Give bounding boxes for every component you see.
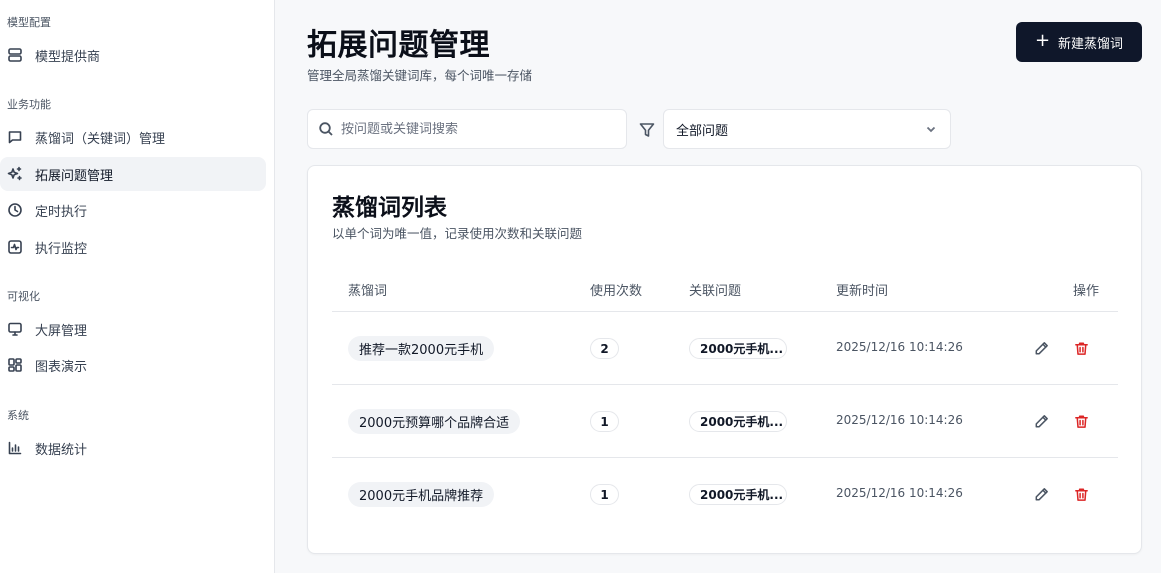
keyword-tag: 2000元预算哪个品牌合适 bbox=[348, 409, 521, 434]
page-title: 拓展问题管理 bbox=[307, 28, 490, 63]
column-header-question: 关联问题 bbox=[689, 284, 742, 299]
chevron-down-icon bbox=[924, 122, 938, 136]
search-box bbox=[307, 109, 627, 149]
activity-icon bbox=[7, 239, 23, 255]
trash-icon[interactable] bbox=[1072, 485, 1090, 503]
card-subtitle: 以单个词为唯一值，记录使用次数和关联问题 bbox=[332, 226, 583, 241]
sidebar-item-label: 模型提供商 bbox=[35, 49, 101, 65]
usage-count-badge: 2 bbox=[590, 338, 619, 359]
sidebar-item-scheduled[interactable]: 定时执行 bbox=[0, 193, 266, 227]
keyword-tag: 2000元手机品牌推荐 bbox=[348, 482, 495, 507]
clock-icon bbox=[7, 202, 23, 218]
sidebar-item-label: 定时执行 bbox=[35, 204, 88, 220]
page-subtitle: 管理全局蒸馏关键词库，每个词唯一存储 bbox=[307, 68, 533, 83]
layout-grid-icon bbox=[7, 357, 23, 373]
sidebar-item-stats[interactable]: 数据统计 bbox=[0, 431, 266, 465]
table-row: 推荐一款2000元手机 2 2000元手机... 2025/12/16 10:1… bbox=[332, 312, 1118, 384]
monitor-icon bbox=[7, 321, 23, 337]
card-title: 蒸馏词列表 bbox=[332, 195, 447, 221]
keyword-tag: 推荐一款2000元手机 bbox=[348, 336, 495, 361]
bar-chart-icon bbox=[7, 440, 23, 456]
message-square-icon bbox=[7, 129, 23, 145]
trash-icon[interactable] bbox=[1072, 412, 1090, 430]
sidebar-item-label: 图表演示 bbox=[35, 359, 88, 375]
column-header-keyword: 蒸馏词 bbox=[348, 284, 388, 299]
table-row: 2000元手机品牌推荐 1 2000元手机... 2025/12/16 10:1… bbox=[332, 458, 1118, 530]
sidebar-item-charts[interactable]: 图表演示 bbox=[0, 348, 266, 382]
sparkles-icon bbox=[7, 166, 23, 182]
sidebar-group-title: 系统 bbox=[7, 409, 29, 422]
plus-icon: + bbox=[1034, 30, 1051, 51]
sidebar-item-keywords[interactable]: 蒸馏词（关键词）管理 bbox=[0, 120, 266, 154]
sidebar-item-label: 蒸馏词（关键词）管理 bbox=[35, 131, 166, 147]
usage-count-badge: 1 bbox=[590, 411, 619, 432]
related-question-badge[interactable]: 2000元手机... bbox=[689, 484, 787, 505]
trash-icon[interactable] bbox=[1072, 339, 1090, 357]
column-header-actions: 操作 bbox=[1073, 284, 1100, 299]
column-header-count: 使用次数 bbox=[590, 284, 643, 299]
sidebar-group-title: 模型配置 bbox=[7, 16, 51, 29]
column-header-updated: 更新时间 bbox=[836, 284, 889, 299]
related-question-badge[interactable]: 2000元手机... bbox=[689, 338, 787, 359]
updated-time: 2025/12/16 10:14:26 bbox=[836, 413, 963, 427]
usage-count-badge: 1 bbox=[590, 484, 619, 505]
new-keyword-button-label: 新建蒸馏词 bbox=[1058, 36, 1124, 52]
sidebar-item-screens[interactable]: 大屏管理 bbox=[0, 312, 266, 346]
sidebar-group-title: 可视化 bbox=[7, 290, 40, 303]
question-filter-select[interactable]: 全部问题 bbox=[663, 109, 951, 149]
new-keyword-button[interactable]: + 新建蒸馏词 bbox=[1016, 22, 1142, 62]
sidebar-item-label: 数据统计 bbox=[35, 442, 88, 458]
sidebar-group-title: 业务功能 bbox=[7, 98, 51, 111]
search-icon bbox=[318, 121, 334, 137]
updated-time: 2025/12/16 10:14:26 bbox=[836, 486, 963, 500]
sidebar-item-label: 执行监控 bbox=[35, 241, 88, 257]
updated-time: 2025/12/16 10:14:26 bbox=[836, 340, 963, 354]
edit-icon[interactable] bbox=[1032, 339, 1050, 357]
search-input[interactable] bbox=[341, 121, 621, 137]
sidebar-item-expand-questions[interactable]: 拓展问题管理 bbox=[0, 157, 266, 191]
sidebar-item-model-provider[interactable]: 模型提供商 bbox=[0, 38, 266, 72]
filter-icon bbox=[638, 121, 656, 139]
table-row: 2000元预算哪个品牌合适 1 2000元手机... 2025/12/16 10… bbox=[332, 385, 1118, 457]
related-question-badge[interactable]: 2000元手机... bbox=[689, 411, 787, 432]
sidebar-item-label: 拓展问题管理 bbox=[35, 168, 114, 184]
sidebar-item-monitor[interactable]: 执行监控 bbox=[0, 230, 266, 264]
edit-icon[interactable] bbox=[1032, 485, 1050, 503]
select-value: 全部问题 bbox=[676, 123, 729, 139]
sidebar: 模型配置 模型提供商 业务功能 蒸馏词（关键词）管理 拓展问题管理 定时执行 执… bbox=[0, 0, 275, 573]
sidebar-item-label: 大屏管理 bbox=[35, 323, 88, 339]
edit-icon[interactable] bbox=[1032, 412, 1050, 430]
keyword-list-card: 蒸馏词列表 以单个词为唯一值，记录使用次数和关联问题 蒸馏词 使用次数 关联问题… bbox=[307, 165, 1142, 554]
server-icon bbox=[7, 47, 23, 63]
